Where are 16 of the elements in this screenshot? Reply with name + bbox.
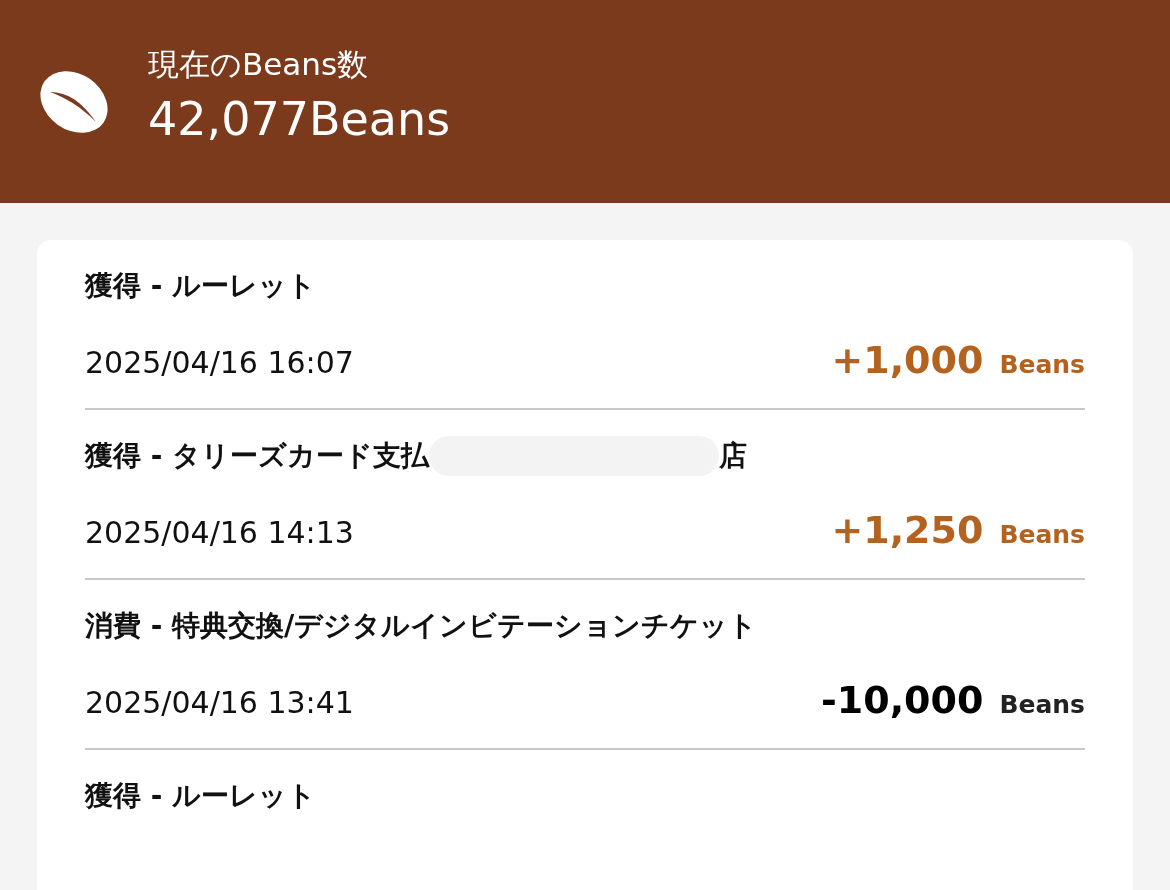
entry-title: 獲得 - タリーズカード支払 — [85, 438, 430, 474]
entry-title: 獲得 - ルーレット — [85, 778, 317, 814]
entry-date: 2025/04/16 16:07 — [85, 345, 354, 380]
entry-unit: Beans — [999, 350, 1085, 379]
entry-title-end: 店 — [719, 438, 748, 474]
entry-unit: Beans — [999, 520, 1085, 549]
entry-amount: +1,000 — [831, 338, 984, 382]
balance-amount: 42,077Beans — [148, 91, 451, 146]
entry-amount: -10,000 — [821, 678, 984, 722]
entry-date: 2025/04/16 14:13 — [85, 515, 354, 550]
entry-date: 2025/04/16 13:41 — [85, 685, 354, 720]
entry-unit: Beans — [999, 690, 1085, 719]
entry-title: 獲得 - ルーレット — [85, 268, 317, 304]
entry-title: 消費 - 特典交換/デジタルインビテーションチケット — [85, 608, 758, 644]
entry-amount: +1,250 — [831, 508, 984, 552]
balance-label: 現在のBeans数 — [148, 44, 370, 84]
